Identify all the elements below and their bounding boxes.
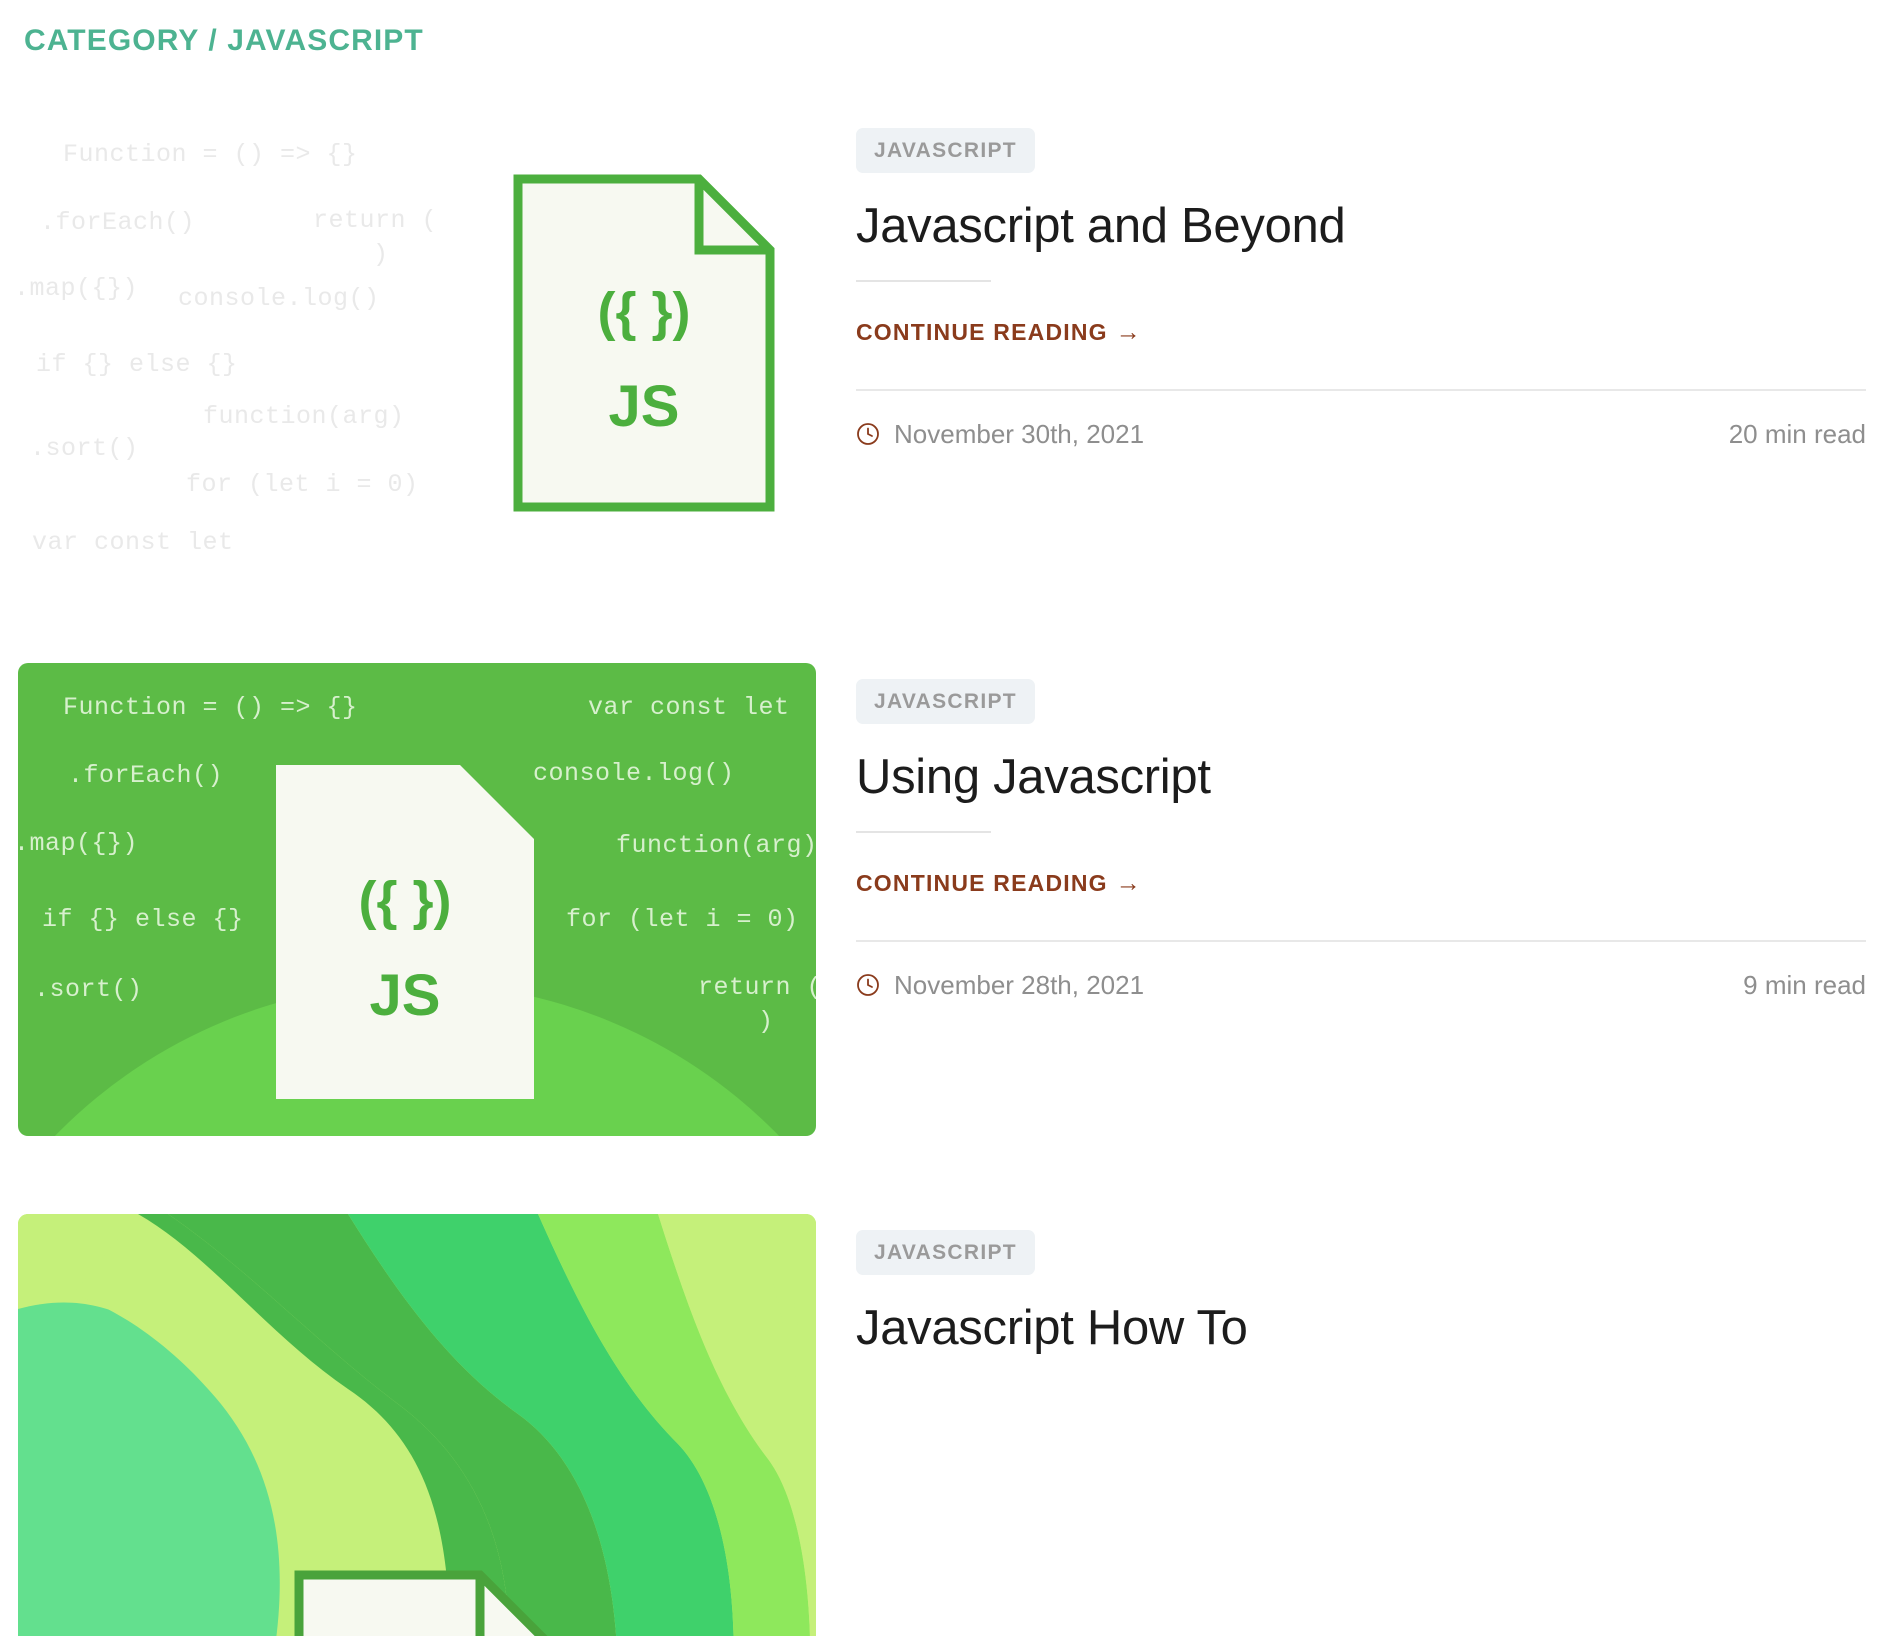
clock-icon — [857, 974, 879, 997]
post-meta: November 28th, 2021 9 min read — [856, 970, 1866, 1001]
post-info: JAVASCRIPT Using Javascript CONTINUE REA… — [856, 663, 1866, 1001]
post-title[interactable]: Javascript and Beyond — [856, 199, 1866, 254]
post-card[interactable]: Function = () => {} .forEach() return ( … — [18, 112, 1866, 585]
continue-reading-link[interactable]: CONTINUE READING → — [856, 318, 1866, 347]
doc-braces-label: ({ }) — [359, 871, 452, 931]
continue-reading-link[interactable]: CONTINUE READING → — [856, 869, 1866, 898]
continue-reading-label: CONTINUE READING — [856, 869, 1108, 896]
clock-icon — [857, 423, 879, 446]
code-snippet: .map({}) — [18, 829, 139, 858]
code-snippet: .sort() — [30, 434, 139, 463]
js-document-icon — [294, 1570, 556, 1636]
code-snippet: .map({}) — [18, 274, 139, 303]
doc-braces-label: ({ }) — [598, 282, 691, 342]
arrow-right-icon: → — [1115, 317, 1142, 346]
post-thumbnail[interactable]: Function = () => {} var const let .forEa… — [18, 663, 816, 1136]
doc-js-label: JS — [370, 963, 441, 1028]
meta-divider — [856, 939, 1866, 942]
code-snippet: return ( — [698, 973, 816, 1002]
title-divider — [856, 279, 991, 282]
post-title[interactable]: Javascript How To — [856, 1301, 1866, 1356]
post-date: November 28th, 2021 — [894, 969, 1145, 1000]
code-snippet: .forEach() — [40, 208, 196, 237]
code-snippet: var const let — [588, 693, 790, 722]
post-thumbnail[interactable]: Function = () => {} .forEach() return ( … — [18, 112, 816, 585]
post-card[interactable]: JAVASCRIPT Javascript How To — [18, 1214, 1866, 1636]
continue-reading-label: CONTINUE READING — [856, 318, 1108, 345]
code-snippet: return ( — [313, 206, 438, 235]
post-meta: November 30th, 2021 20 min read — [856, 419, 1866, 450]
code-snippet: console.log() — [533, 759, 735, 788]
category-page: CATEGORY / JAVASCRIPT Function = () => {… — [0, 0, 1884, 1636]
page-title: CATEGORY / JAVASCRIPT — [24, 24, 424, 57]
code-snippet: Function = () => {} — [63, 140, 358, 169]
category-badge[interactable]: JAVASCRIPT — [856, 679, 1035, 724]
js-document-icon: ({ }) JS — [274, 763, 536, 1101]
meta-divider — [856, 388, 1866, 391]
post-date: November 30th, 2021 — [894, 418, 1145, 449]
code-snippet: console.log() — [178, 284, 380, 313]
title-divider — [856, 830, 991, 833]
code-snippet: ) — [373, 240, 389, 269]
category-badge[interactable]: JAVASCRIPT — [856, 128, 1035, 173]
post-card[interactable]: Function = () => {} var const let .forEa… — [18, 663, 1866, 1136]
post-info: JAVASCRIPT Javascript How To — [856, 1214, 1866, 1356]
code-snippet: .sort() — [34, 975, 143, 1004]
category-badge[interactable]: JAVASCRIPT — [856, 1230, 1035, 1275]
code-snippet: for (let i = 0) — [186, 470, 419, 499]
code-snippet: var const let — [32, 528, 234, 557]
post-read-time: 20 min read — [1728, 418, 1866, 449]
code-snippet: if {} else {} — [36, 350, 238, 379]
code-snippet: function(arg) — [203, 402, 405, 431]
post-read-time: 9 min read — [1743, 969, 1866, 1000]
code-snippet: ) — [758, 1007, 774, 1036]
post-title[interactable]: Using Javascript — [856, 750, 1866, 805]
post-thumbnail[interactable] — [18, 1214, 816, 1636]
post-info: JAVASCRIPT Javascript and Beyond CONTINU… — [856, 112, 1866, 450]
post-list: Function = () => {} .forEach() return ( … — [18, 112, 1866, 1636]
code-snippet: .forEach() — [68, 761, 224, 790]
code-snippet: if {} else {} — [42, 905, 244, 934]
js-document-icon: ({ }) JS — [513, 174, 775, 512]
doc-js-label: JS — [609, 374, 680, 439]
code-snippet: function(arg) — [616, 831, 816, 860]
code-snippet: Function = () => {} — [63, 693, 358, 722]
arrow-right-icon: → — [1115, 868, 1142, 897]
code-snippet: for (let i = 0) — [566, 905, 799, 934]
